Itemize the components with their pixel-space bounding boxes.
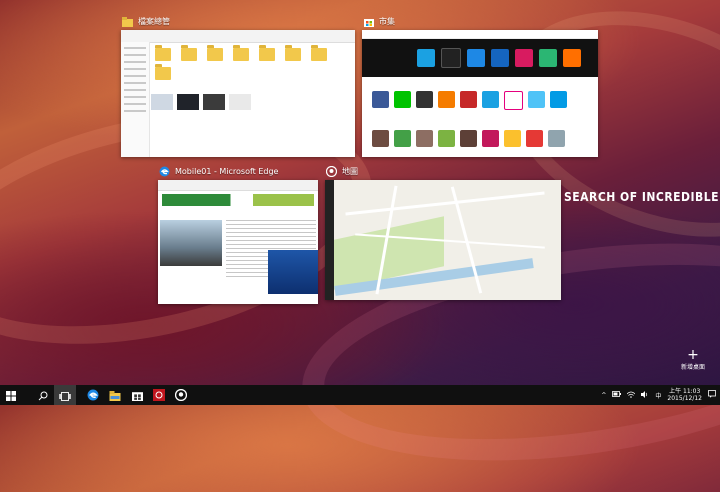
window-title-text: 檔案總管 <box>138 17 170 26</box>
notification-icon[interactable] <box>708 390 716 400</box>
taskbar-app-store[interactable] <box>126 385 148 405</box>
window-thumbnail-maps[interactable] <box>325 180 561 300</box>
recent-files <box>151 94 251 110</box>
chevron-up-icon[interactable]: ^ <box>601 392 606 399</box>
store-section <box>362 110 598 126</box>
app-tile <box>441 48 461 68</box>
site-logo <box>162 194 314 206</box>
task-view-button[interactable] <box>54 385 76 405</box>
folder-icon <box>233 45 249 61</box>
store-icon <box>363 16 374 27</box>
folder-icon <box>181 45 197 61</box>
folder-icon <box>122 16 133 27</box>
window-title-maps[interactable]: 地圖 <box>326 166 358 177</box>
taskbar-app-media[interactable] <box>148 385 170 405</box>
map-road <box>345 191 545 216</box>
navigation-pane <box>121 42 150 157</box>
window-thumbnail-edge[interactable] <box>158 180 318 304</box>
window-title-edge[interactable]: Mobile01 - Microsoft Edge <box>159 166 278 177</box>
clock[interactable]: 上午 11:03 2015/12/12 <box>667 388 702 402</box>
taskbar-app-edge[interactable] <box>82 385 104 405</box>
app-tile <box>467 49 485 67</box>
maps-sidebar <box>325 180 334 300</box>
volume-icon[interactable] <box>641 390 649 400</box>
file-explorer-icon <box>109 386 121 405</box>
ribbon <box>121 30 355 43</box>
window-title-text: Mobile01 - Microsoft Edge <box>175 167 279 176</box>
store-header <box>362 30 598 39</box>
window-title-store[interactable]: 市集 <box>363 16 395 27</box>
system-tray: ^ 中 上午 11:03 2015/12/12 <box>601 385 716 405</box>
new-desktop-label: 新增桌面 <box>680 364 705 371</box>
app-row <box>362 126 598 147</box>
store-featured <box>362 39 598 77</box>
folder-grid <box>155 45 351 80</box>
folder-icon <box>285 45 301 61</box>
clock-time: 上午 11:03 <box>669 388 701 395</box>
maps-icon <box>174 386 188 405</box>
app-tile <box>563 49 581 67</box>
app-tile <box>515 49 533 67</box>
store-section <box>362 77 598 87</box>
app-tile <box>539 49 557 67</box>
window-title-text: 市集 <box>379 17 395 26</box>
start-button[interactable] <box>0 385 22 405</box>
battery-icon[interactable] <box>612 391 622 399</box>
overlay-text: SEARCH OF INCREDIBLE <box>564 190 719 204</box>
folder-icon <box>311 45 327 61</box>
search-icon <box>38 386 48 405</box>
store-icon <box>131 386 143 405</box>
folder-icon <box>155 64 171 80</box>
taskbar-app-maps[interactable] <box>170 385 192 405</box>
maps-icon <box>326 166 337 177</box>
window-title-text: 地圖 <box>342 167 358 176</box>
advertisement <box>268 250 318 294</box>
window-thumbnail-file-explorer[interactable] <box>121 30 355 157</box>
network-icon[interactable] <box>627 391 636 400</box>
plus-icon: + <box>687 347 699 363</box>
edge-icon <box>87 386 99 405</box>
clock-date: 2015/12/12 <box>667 395 702 402</box>
media-icon <box>153 386 165 405</box>
window-thumbnail-store[interactable] <box>362 30 598 157</box>
taskbar: ^ 中 上午 11:03 2015/12/12 <box>0 385 720 405</box>
folder-icon <box>259 45 275 61</box>
taskbar-app-file-explorer[interactable] <box>104 385 126 405</box>
new-desktop-button[interactable]: + 新增桌面 <box>676 348 710 371</box>
window-title-file-explorer[interactable]: 檔案總管 <box>122 16 170 27</box>
ime-indicator[interactable]: 中 <box>655 391 661 400</box>
search-button[interactable] <box>32 385 54 405</box>
task-view-icon <box>59 386 71 405</box>
app-tile <box>417 49 435 67</box>
app-row <box>362 87 598 110</box>
start-icon <box>6 386 16 405</box>
edge-icon <box>159 166 170 177</box>
app-tile <box>491 49 509 67</box>
browser-toolbar <box>158 180 318 191</box>
folder-icon <box>155 45 171 61</box>
folder-icon <box>207 45 223 61</box>
article-image <box>160 220 222 266</box>
